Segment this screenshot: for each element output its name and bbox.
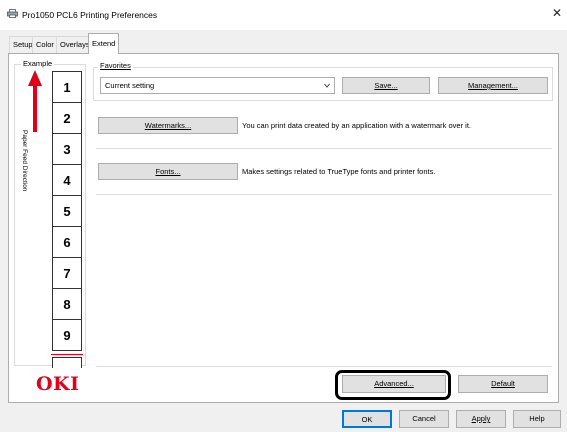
separator xyxy=(96,194,552,195)
page-number: 8 xyxy=(53,289,81,320)
fonts-description: Makes settings related to TrueType fonts… xyxy=(242,167,436,176)
window-title: Pro1050 PCL6 Printing Preferences xyxy=(22,10,158,20)
page-number: 5 xyxy=(53,196,81,227)
management-button[interactable]: Management... xyxy=(438,77,548,94)
fonts-button[interactable]: Fonts... xyxy=(98,163,238,180)
separator xyxy=(96,366,552,367)
help-button[interactable]: Help xyxy=(513,410,561,428)
cut-line xyxy=(51,354,83,355)
feed-direction-label: Paper Feed Direction xyxy=(21,130,28,192)
page-number: 1 xyxy=(53,72,81,103)
page-number: 9 xyxy=(53,320,81,351)
arrow-up-icon xyxy=(28,70,42,132)
save-button[interactable]: Save... xyxy=(342,77,430,94)
oki-logo: OKI xyxy=(36,373,80,395)
tab-extend[interactable]: Extend xyxy=(88,33,120,54)
page-number: 7 xyxy=(53,258,81,289)
page-number: 6 xyxy=(53,227,81,258)
chevron-down-icon xyxy=(324,83,330,88)
page-number: 4 xyxy=(53,165,81,196)
tab-panel xyxy=(8,53,559,403)
default-button[interactable]: Default xyxy=(458,375,548,393)
cancel-button[interactable]: Cancel xyxy=(399,410,449,428)
paper-sheet: 1 2 3 4 5 6 7 8 9 xyxy=(52,71,82,351)
tab-color[interactable]: Color xyxy=(32,36,58,53)
next-sheet xyxy=(52,357,82,368)
page-number: 2 xyxy=(53,103,81,134)
page-number: 3 xyxy=(53,134,81,165)
apply-button[interactable]: Apply xyxy=(456,410,506,428)
close-icon[interactable]: ✕ xyxy=(550,6,564,20)
favorites-selected-value: Current setting xyxy=(105,81,155,90)
printer-icon xyxy=(7,9,18,18)
favorites-label: Favorites xyxy=(98,61,133,70)
ok-button[interactable]: OK xyxy=(342,410,392,428)
watermarks-description: You can print data created by an applica… xyxy=(242,121,472,130)
separator xyxy=(96,148,552,149)
title-bar: Pro1050 PCL6 Printing Preferences ✕ xyxy=(0,0,567,30)
highlight-frame xyxy=(335,370,451,400)
favorites-select[interactable]: Current setting xyxy=(100,77,335,94)
example-label: Example xyxy=(21,59,55,68)
watermarks-button[interactable]: Watermarks... xyxy=(98,117,238,134)
